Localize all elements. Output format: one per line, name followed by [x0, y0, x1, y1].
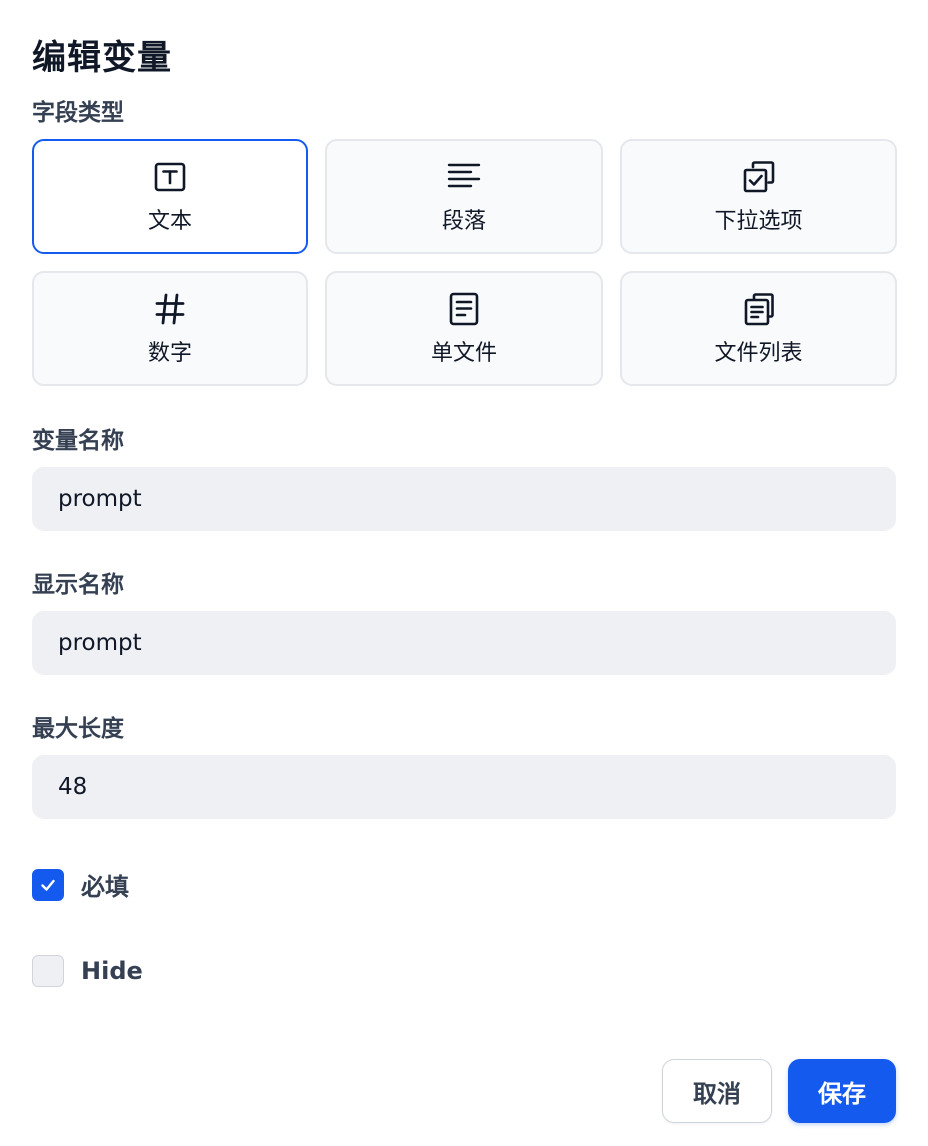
save-button[interactable]: 保存: [788, 1059, 896, 1123]
field-type-label-paragraph: 段落: [441, 208, 486, 234]
edit-variable-dialog: 编辑变量 字段类型 文本 段落 下拉选项 数字 单文件 文件列表 变量名称 pr…: [0, 0, 928, 1146]
file-list-icon: [741, 291, 777, 327]
text-input-icon: [152, 159, 188, 195]
field-type-label-number: 数字: [147, 340, 192, 366]
check-icon: [41, 879, 55, 891]
hide-checkbox[interactable]: [32, 955, 64, 987]
hide-label: Hide: [81, 957, 143, 985]
field-type-text[interactable]: 文本: [32, 139, 308, 254]
required-checkbox[interactable]: [32, 868, 64, 901]
display-name-input[interactable]: prompt: [32, 611, 896, 675]
field-type-single-file[interactable]: 单文件: [325, 271, 603, 386]
variable-name-input[interactable]: prompt: [32, 467, 896, 531]
field-type-label-single-file: 单文件: [430, 340, 497, 366]
field-type-label-text: 文本: [147, 208, 192, 234]
variable-name-label: 变量名称: [32, 428, 124, 454]
field-type-label: 字段类型: [32, 100, 124, 126]
field-type-select[interactable]: 下拉选项: [620, 139, 897, 254]
field-type-paragraph[interactable]: 段落: [325, 139, 603, 254]
select-options-icon: [741, 159, 777, 195]
hide-toggle[interactable]: Hide: [32, 955, 143, 987]
paragraph-icon: [446, 159, 482, 195]
field-type-file-list[interactable]: 文件列表: [620, 271, 897, 386]
max-length-input[interactable]: 48: [32, 755, 896, 819]
hash-icon: [152, 291, 188, 327]
required-toggle[interactable]: 必填: [32, 867, 129, 902]
display-name-label: 显示名称: [32, 572, 124, 598]
required-label: 必填: [81, 873, 129, 901]
file-icon: [446, 291, 482, 327]
field-type-label-file-list: 文件列表: [714, 340, 803, 366]
field-type-label-select: 下拉选项: [714, 208, 803, 234]
dialog-title: 编辑变量: [32, 38, 172, 78]
field-type-number[interactable]: 数字: [32, 271, 308, 386]
cancel-button[interactable]: 取消: [662, 1059, 772, 1123]
field-type-grid: 文本 段落 下拉选项 数字 单文件 文件列表: [32, 139, 897, 386]
max-length-label: 最大长度: [32, 716, 124, 742]
